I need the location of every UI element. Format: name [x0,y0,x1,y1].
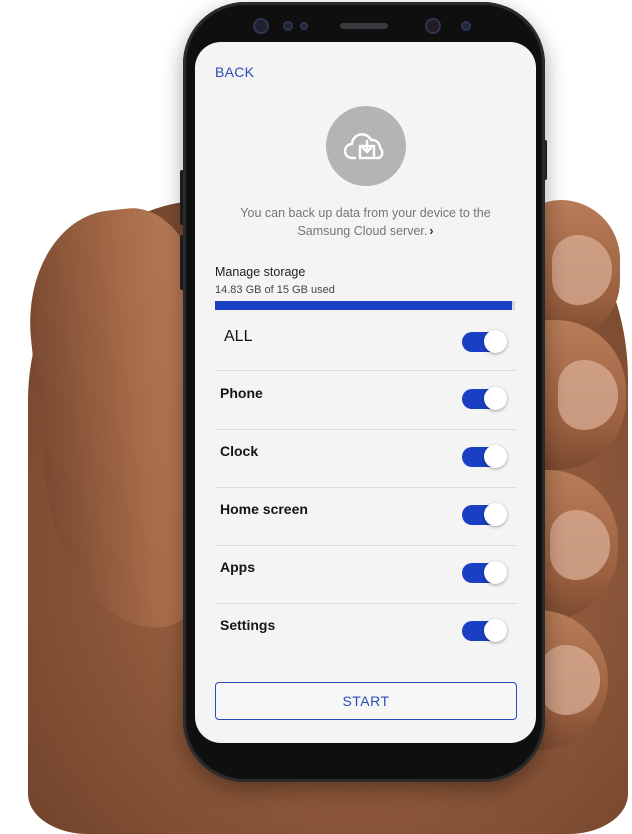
toggle-knob [484,445,507,468]
toggle-knob [484,561,507,584]
toggle-row-settings[interactable]: Settings [215,603,517,661]
toggle-row-apps[interactable]: Apps [215,545,517,604]
toggle-label-settings: Settings [220,617,276,633]
toggle-label-apps: Apps [220,559,255,575]
storage-progress-bar [215,301,515,310]
storage-used-text: 14.83 GB of 15 GB used [215,284,335,296]
start-button[interactable]: START [215,682,517,720]
toggle-apps[interactable] [462,561,507,584]
toggle-knob [484,503,507,526]
chevron-right-icon: › [429,224,434,238]
cloud-backup-icon-glyph [343,133,384,160]
manage-storage-title[interactable]: Manage storage [215,265,305,279]
light-sensor [300,22,308,30]
back-button[interactable]: BACK [215,64,254,80]
phone-screen: BACK You can back up data from your devi… [195,42,536,743]
backup-info-text[interactable]: You can back up data from your device to… [215,204,516,240]
backup-info-label: You can back up data from your device to… [240,206,491,238]
toggle-row-clock[interactable]: Clock [215,429,517,488]
toggle-label-home-screen: Home screen [220,501,308,517]
toggle-label-clock: Clock [220,443,259,459]
toggle-settings[interactable] [462,619,507,642]
cloud-backup-icon [326,106,406,186]
storage-progress-fill [215,301,512,310]
toggle-label-all: ALL [224,328,253,345]
toggle-knob [484,387,507,410]
front-camera [425,18,441,34]
toggle-row-phone[interactable]: Phone [215,371,517,430]
toggle-clock[interactable] [462,445,507,468]
toggle-knob [484,619,507,642]
earpiece-speaker [340,23,388,29]
toggle-phone[interactable] [462,387,507,410]
toggle-row-home-screen[interactable]: Home screen [215,487,517,546]
proximity-sensor [283,21,293,31]
toggle-knob [484,330,507,353]
toggle-home-screen[interactable] [462,503,507,526]
toggle-label-phone: Phone [220,385,263,401]
iris-led [461,21,471,31]
toggle-all[interactable] [462,330,507,353]
iris-scanner [253,18,269,34]
toggle-row-all[interactable]: ALL [215,312,517,371]
